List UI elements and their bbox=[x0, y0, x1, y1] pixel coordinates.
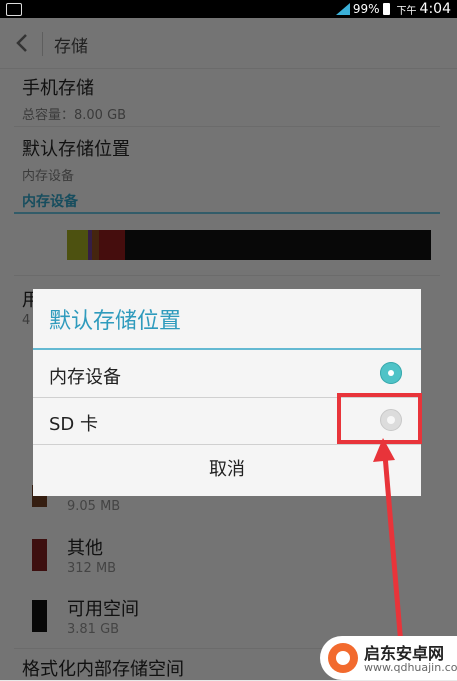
watermark-logo-icon bbox=[328, 643, 358, 673]
annotation-arrow-icon bbox=[373, 438, 404, 646]
watermark-url: www.qdhuajin.com bbox=[364, 661, 457, 674]
site-watermark: 启东安卓网 www.qdhuajin.com bbox=[320, 636, 457, 680]
